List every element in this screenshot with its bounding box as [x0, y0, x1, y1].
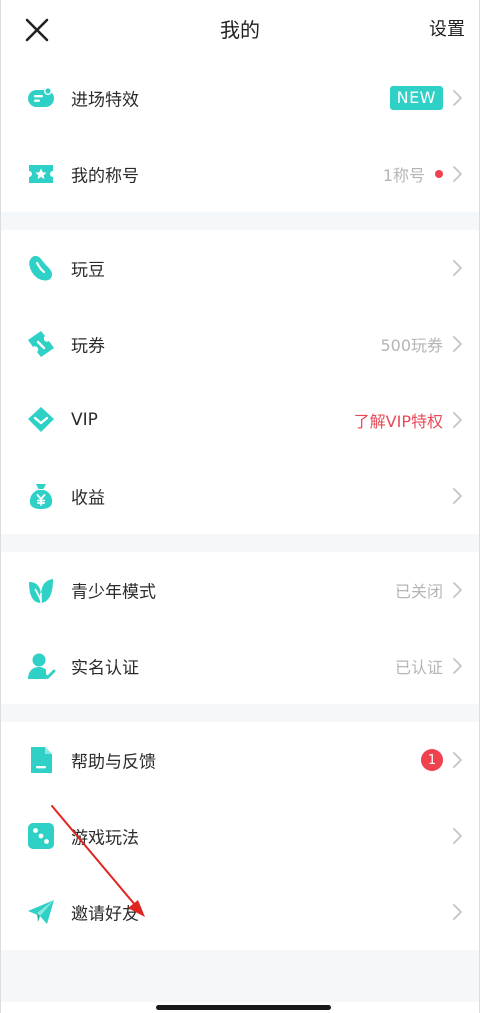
top-bar: 我的 设置: [1, 0, 479, 60]
row-help-feedback[interactable]: 帮助与反馈 1: [1, 722, 479, 798]
row-value: 1: [421, 749, 443, 771]
chevron-right-icon: [451, 487, 463, 505]
row-label: 玩券: [71, 336, 105, 357]
row-entrance-effects[interactable]: 进场特效 NEW: [1, 60, 479, 136]
verification-status: 已认证: [394, 658, 443, 677]
home-indicator[interactable]: [156, 1005, 331, 1010]
section-divider: [1, 704, 479, 722]
chevron-right-icon: [451, 827, 463, 845]
money-bag-icon: [25, 480, 57, 512]
profile-screen: 我的 设置 进场特效 NEW 我的称号 1称号 玩豆 玩券 500玩券 VIP …: [0, 0, 480, 1013]
chevron-right-icon: [451, 259, 463, 277]
row-label: 我的称号: [71, 166, 139, 187]
row-youth-mode[interactable]: 青少年模式 已关闭: [1, 552, 479, 628]
row-tickets[interactable]: 玩券 500玩券: [1, 306, 479, 382]
chevron-right-icon: [451, 581, 463, 599]
row-label: 收益: [71, 488, 105, 509]
titles-count: 1称号: [382, 166, 425, 185]
row-label: 游戏玩法: [71, 828, 139, 849]
row-label: 帮助与反馈: [71, 752, 156, 773]
section-profile-extras: 进场特效 NEW 我的称号 1称号: [1, 60, 479, 212]
section-divider: [1, 212, 479, 230]
row-value: 已关闭: [395, 578, 443, 602]
settings-button[interactable]: 设置: [429, 14, 465, 46]
paper-plane-icon: [25, 896, 57, 928]
chevron-right-icon: [451, 751, 463, 769]
row-value: 了解VIP特权: [354, 408, 443, 432]
row-label: 青少年模式: [71, 582, 156, 603]
row-vip[interactable]: VIP 了解VIP特权: [1, 382, 479, 458]
leaf-icon: [25, 574, 57, 606]
row-invite-friends[interactable]: 邀请好友: [1, 874, 479, 950]
unread-count-badge: 1: [421, 749, 443, 771]
section-support: 帮助与反馈 1 游戏玩法 邀请好友: [1, 722, 479, 950]
row-label: 进场特效: [71, 90, 139, 111]
row-gameplay[interactable]: 游戏玩法: [1, 798, 479, 874]
row-value: 1称号: [383, 162, 443, 186]
row-label: 玩豆: [71, 260, 105, 281]
chevron-right-icon: [451, 165, 463, 183]
row-label: 邀请好友: [71, 904, 139, 925]
row-value: 500玩券: [380, 332, 443, 356]
row-label: VIP: [71, 410, 98, 430]
chevron-right-icon: [451, 335, 463, 353]
row-real-name-verification[interactable]: 实名认证 已认证: [1, 628, 479, 704]
row-value: NEW: [389, 86, 443, 110]
diamond-icon: [25, 404, 57, 436]
star-card-icon: [25, 158, 57, 190]
chevron-right-icon: [451, 903, 463, 921]
chevron-right-icon: [451, 411, 463, 429]
chevron-right-icon: [451, 89, 463, 107]
new-badge: NEW: [389, 86, 443, 110]
row-my-titles[interactable]: 我的称号 1称号: [1, 136, 479, 212]
row-value: 已认证: [395, 654, 443, 678]
red-dot-indicator: [435, 170, 443, 178]
tickets-value: 500玩券: [380, 336, 443, 355]
dice-icon: [25, 820, 57, 852]
row-earnings[interactable]: 收益: [1, 458, 479, 534]
document-icon: [25, 744, 57, 776]
ticket-chat-icon: [25, 82, 57, 114]
section-account-safety: 青少年模式 已关闭 实名认证 已认证: [1, 552, 479, 704]
page-title: 我的: [220, 18, 260, 42]
vip-privileges-link[interactable]: 了解VIP特权: [354, 408, 443, 432]
youth-mode-status: 已关闭: [394, 582, 443, 601]
bottom-spacer: [1, 950, 479, 1002]
bean-icon: [25, 252, 57, 284]
coupon-icon: [25, 328, 57, 360]
row-label: 实名认证: [71, 658, 139, 679]
row-beans[interactable]: 玩豆: [1, 230, 479, 306]
chevron-right-icon: [451, 657, 463, 675]
section-wallet: 玩豆 玩券 500玩券 VIP 了解VIP特权 收益: [1, 230, 479, 534]
user-check-icon: [25, 650, 57, 682]
section-divider: [1, 534, 479, 552]
